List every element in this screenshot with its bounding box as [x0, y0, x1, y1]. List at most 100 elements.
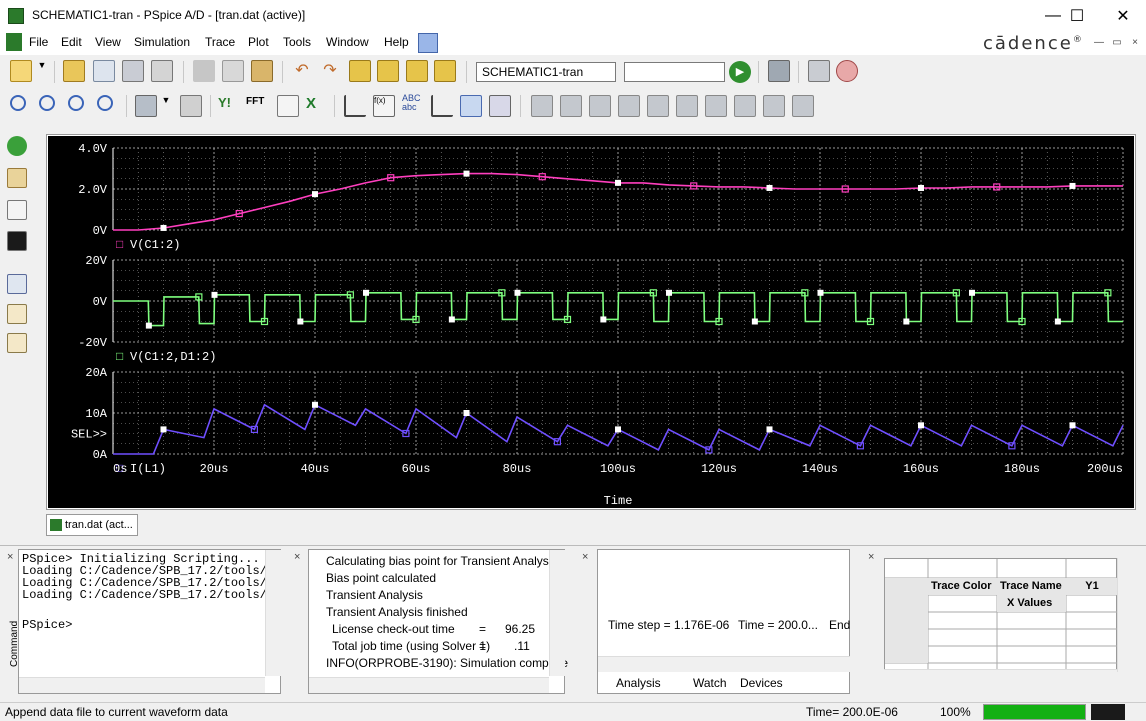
header-trace-color: Trace Color: [928, 578, 997, 595]
probe-vscrollbar[interactable]: [1117, 558, 1133, 672]
cursor-point-icon[interactable]: [676, 95, 698, 117]
run-button[interactable]: ▶: [729, 61, 751, 83]
x-tick-label: 140us: [802, 462, 838, 476]
probe-hscrollbar[interactable]: [884, 669, 1117, 685]
tab-devices[interactable]: Devices: [740, 676, 783, 690]
new-dropdown-icon[interactable]: ▼: [36, 60, 48, 82]
select-cursor-icon[interactable]: [460, 95, 482, 117]
tab-watch[interactable]: Watch: [693, 676, 727, 690]
trace-marker: [766, 184, 773, 191]
edit-sim-icon[interactable]: [7, 304, 27, 324]
zoom-out-icon[interactable]: [39, 95, 55, 111]
sim-vscrollbar[interactable]: [549, 550, 565, 676]
cursor-search-icon[interactable]: [705, 95, 727, 117]
bookmark-next-icon[interactable]: [406, 60, 428, 82]
undo-icon[interactable]: ↶: [291, 60, 313, 82]
cursor-next-transition-icon[interactable]: [734, 95, 756, 117]
maximize-button[interactable]: ☐: [1054, 0, 1100, 31]
append-waveform-icon[interactable]: [93, 60, 115, 82]
new-icon[interactable]: [10, 60, 32, 82]
bookmark-icon[interactable]: [377, 60, 399, 82]
fft-icon[interactable]: FFT: [246, 96, 268, 118]
simulation-profile-combo[interactable]: SCHEMATIC1-tran: [476, 62, 616, 82]
mdi-close-button[interactable]: ×: [1128, 37, 1142, 51]
separator: [183, 61, 184, 83]
log-y-axis-icon[interactable]: [180, 95, 202, 117]
paste-icon[interactable]: [251, 60, 273, 82]
edit-profile-icon[interactable]: [7, 168, 27, 188]
command-window-close-icon[interactable]: ×: [7, 551, 13, 563]
mark-label-icon[interactable]: [431, 95, 453, 117]
cursor-max-icon[interactable]: [647, 95, 669, 117]
probe-table-close-icon[interactable]: ×: [868, 551, 874, 563]
view-simulation-icon[interactable]: [768, 60, 790, 82]
cursor-slope-icon[interactable]: [589, 95, 611, 117]
log-dropdown-icon[interactable]: ▼: [160, 95, 172, 117]
command-hscrollbar[interactable]: [19, 677, 265, 693]
add-trace-icon[interactable]: [344, 95, 366, 117]
zoom-fit-icon[interactable]: [97, 95, 113, 111]
context-help-icon[interactable]: [418, 33, 438, 53]
text-label-icon[interactable]: ABC abc: [402, 94, 424, 116]
cursor-prev-transition-icon[interactable]: [763, 95, 785, 117]
zoom-in-icon[interactable]: [10, 95, 26, 111]
menu-file[interactable]: File: [29, 35, 48, 49]
bookmark-clear-icon[interactable]: [434, 60, 456, 82]
open-icon[interactable]: [63, 60, 85, 82]
save-icon[interactable]: [122, 60, 144, 82]
watch-hscrollbar[interactable]: [598, 656, 850, 672]
zoom-area-icon[interactable]: [68, 95, 84, 111]
menu-help[interactable]: Help: [384, 35, 409, 49]
redo-icon[interactable]: ↷: [319, 60, 341, 82]
menu-simulation[interactable]: Simulation: [134, 35, 190, 49]
export-excel-icon[interactable]: X: [306, 95, 328, 117]
log-x-axis-icon[interactable]: [135, 95, 157, 117]
copy-icon[interactable]: [222, 60, 244, 82]
analyze-icon[interactable]: [7, 274, 27, 294]
y-tick-label: 0V: [93, 295, 108, 309]
cut-icon[interactable]: [193, 60, 215, 82]
menu-edit[interactable]: Edit: [61, 35, 82, 49]
waveform-icon[interactable]: [7, 231, 27, 251]
menu-plot[interactable]: Plot: [248, 35, 269, 49]
cursor-peak-icon[interactable]: [531, 95, 553, 117]
mdi-minimize-button[interactable]: —: [1092, 37, 1106, 51]
run-probe-icon[interactable]: [7, 136, 27, 156]
y-tick-label: 4.0V: [78, 142, 108, 156]
notes-icon[interactable]: [7, 333, 27, 353]
mdi-restore-button[interactable]: ▭: [1110, 37, 1124, 51]
cursor-min-icon[interactable]: [618, 95, 640, 117]
menu-window[interactable]: Window: [326, 35, 369, 49]
command-vscrollbar[interactable]: [265, 550, 281, 676]
sim-hscrollbar[interactable]: [309, 677, 549, 693]
eval-measurement-icon[interactable]: f(x): [373, 95, 395, 117]
waveform-activity-icon: [1091, 704, 1125, 720]
cursor-trough-icon[interactable]: [560, 95, 582, 117]
output-file-icon[interactable]: [7, 200, 27, 220]
waveform-plot[interactable]: 4.0V 2.0V 0V □ V(C1:2) 20V 0V -20V □ V(C1:2,D1:2)…: [48, 136, 1134, 508]
app-icon[interactable]: [8, 8, 24, 24]
x-tick-label: 20us: [200, 462, 229, 476]
sim-output-close-icon[interactable]: ×: [294, 551, 300, 563]
print-icon[interactable]: [151, 60, 173, 82]
performance-analysis-icon[interactable]: [277, 95, 299, 117]
cursor-label-icon[interactable]: [792, 95, 814, 117]
mark-data-points-icon[interactable]: [349, 60, 371, 82]
document-icon[interactable]: [6, 33, 22, 51]
stop-icon[interactable]: [836, 60, 858, 82]
plot-grid-icon[interactable]: [489, 95, 511, 117]
menu-tools[interactable]: Tools: [283, 35, 311, 49]
header-trace-name: Trace Name: [997, 578, 1066, 595]
command-window[interactable]: PSpice> Initializing Scripting... Loadin…: [18, 549, 281, 694]
command-prompt[interactable]: PSpice>: [22, 619, 72, 631]
menu-view[interactable]: View: [95, 35, 121, 49]
probe-table: Trace Color Trace Name Y1 X Values: [884, 558, 1118, 674]
pause-icon[interactable]: [808, 60, 830, 82]
trace-marker: [918, 422, 924, 429]
watch-close-icon[interactable]: ×: [582, 551, 588, 563]
secondary-combo[interactable]: [624, 62, 725, 82]
add-y-axis-icon[interactable]: Y!: [218, 95, 240, 117]
close-button[interactable]: ✕: [1100, 0, 1146, 31]
menu-trace[interactable]: Trace: [205, 35, 235, 49]
tab-analysis[interactable]: Analysis: [616, 676, 661, 690]
